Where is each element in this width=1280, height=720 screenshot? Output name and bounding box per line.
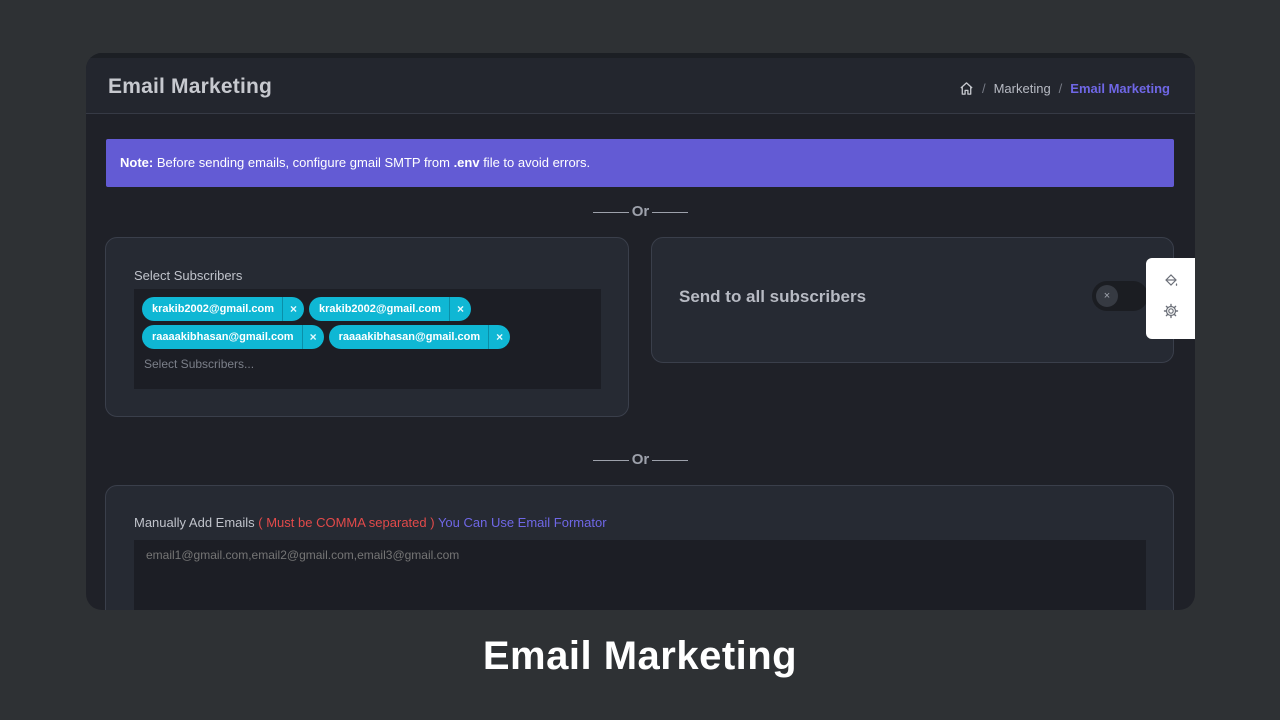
- subscriber-tag: krakib2002@gmail.com ×: [142, 297, 305, 321]
- note-env-file: .env: [453, 155, 480, 170]
- subscribers-search-input[interactable]: Select Subscribers...: [142, 357, 593, 371]
- page-header: Email Marketing / Marketing / Email Mark…: [86, 53, 1195, 114]
- select-subscribers-card: Select Subscribers krakib2002@gmail.com …: [105, 237, 629, 417]
- manual-label-text: Manually Add Emails: [134, 515, 259, 530]
- breadcrumb-marketing[interactable]: Marketing: [994, 81, 1051, 96]
- manual-emails-card: Manually Add Emails ( Must be COMMA sepa…: [105, 485, 1174, 610]
- select-subscribers-label: Select Subscribers: [134, 268, 243, 283]
- divider-text: Or: [631, 203, 650, 220]
- subscribers-multiselect[interactable]: krakib2002@gmail.com × krakib2002@gmail.…: [134, 289, 601, 389]
- toggle-off-icon: ×: [1096, 285, 1118, 307]
- send-to-all-label: Send to all subscribers: [679, 287, 867, 306]
- gear-icon[interactable]: [1163, 303, 1179, 319]
- subscriber-tag-email: krakib2002@gmail.com: [152, 303, 275, 315]
- app-window: Email Marketing / Marketing / Email Mark…: [86, 53, 1195, 610]
- paint-bucket-icon[interactable]: [1163, 273, 1179, 289]
- remove-tag-icon[interactable]: ×: [449, 297, 471, 321]
- side-panel: [1146, 258, 1195, 339]
- comma-warning: ( Must be COMMA separated ): [258, 515, 435, 530]
- remove-tag-icon[interactable]: ×: [282, 297, 304, 321]
- subscriber-tag-email: raaaakibhasan@gmail.com: [152, 331, 294, 343]
- subscriber-tag: raaaakibhasan@gmail.com ×: [142, 325, 324, 349]
- note-text-1: Before sending emails, configure gmail S…: [153, 155, 454, 170]
- or-divider-bottom: Or: [86, 451, 1195, 468]
- breadcrumb: / Marketing / Email Marketing: [959, 81, 1170, 96]
- email-formator-link[interactable]: You Can Use Email Formator: [435, 515, 607, 530]
- remove-tag-icon[interactable]: ×: [301, 325, 324, 349]
- smtp-note-alert: Note: Before sending emails, configure g…: [106, 139, 1174, 187]
- subscriber-tag: raaaakibhasan@gmail.com ×: [328, 325, 511, 349]
- subscriber-tag: krakib2002@gmail.com ×: [309, 297, 472, 321]
- or-divider-top: Or: [86, 203, 1195, 220]
- manual-emails-textarea[interactable]: [134, 540, 1146, 610]
- divider-text: Or: [631, 451, 650, 468]
- note-prefix: Note:: [120, 155, 154, 170]
- footer-title: Email Marketing: [482, 634, 798, 678]
- send-to-all-toggle[interactable]: ×: [1092, 281, 1148, 311]
- note-text-2: file to avoid errors.: [479, 155, 591, 170]
- manual-emails-label: Manually Add Emails ( Must be COMMA sepa…: [134, 515, 607, 530]
- send-to-all-card: Send to all subscribers ×: [651, 237, 1174, 363]
- breadcrumb-separator: /: [981, 81, 986, 96]
- page-title: Email Marketing: [108, 75, 273, 98]
- breadcrumb-current: Email Marketing: [1070, 81, 1170, 96]
- home-icon[interactable]: [959, 81, 974, 96]
- subscriber-tag-email: raaaakibhasan@gmail.com: [338, 331, 481, 343]
- subscriber-tag-email: krakib2002@gmail.com: [319, 303, 442, 315]
- breadcrumb-separator: /: [1058, 81, 1063, 96]
- remove-tag-icon[interactable]: ×: [488, 325, 510, 349]
